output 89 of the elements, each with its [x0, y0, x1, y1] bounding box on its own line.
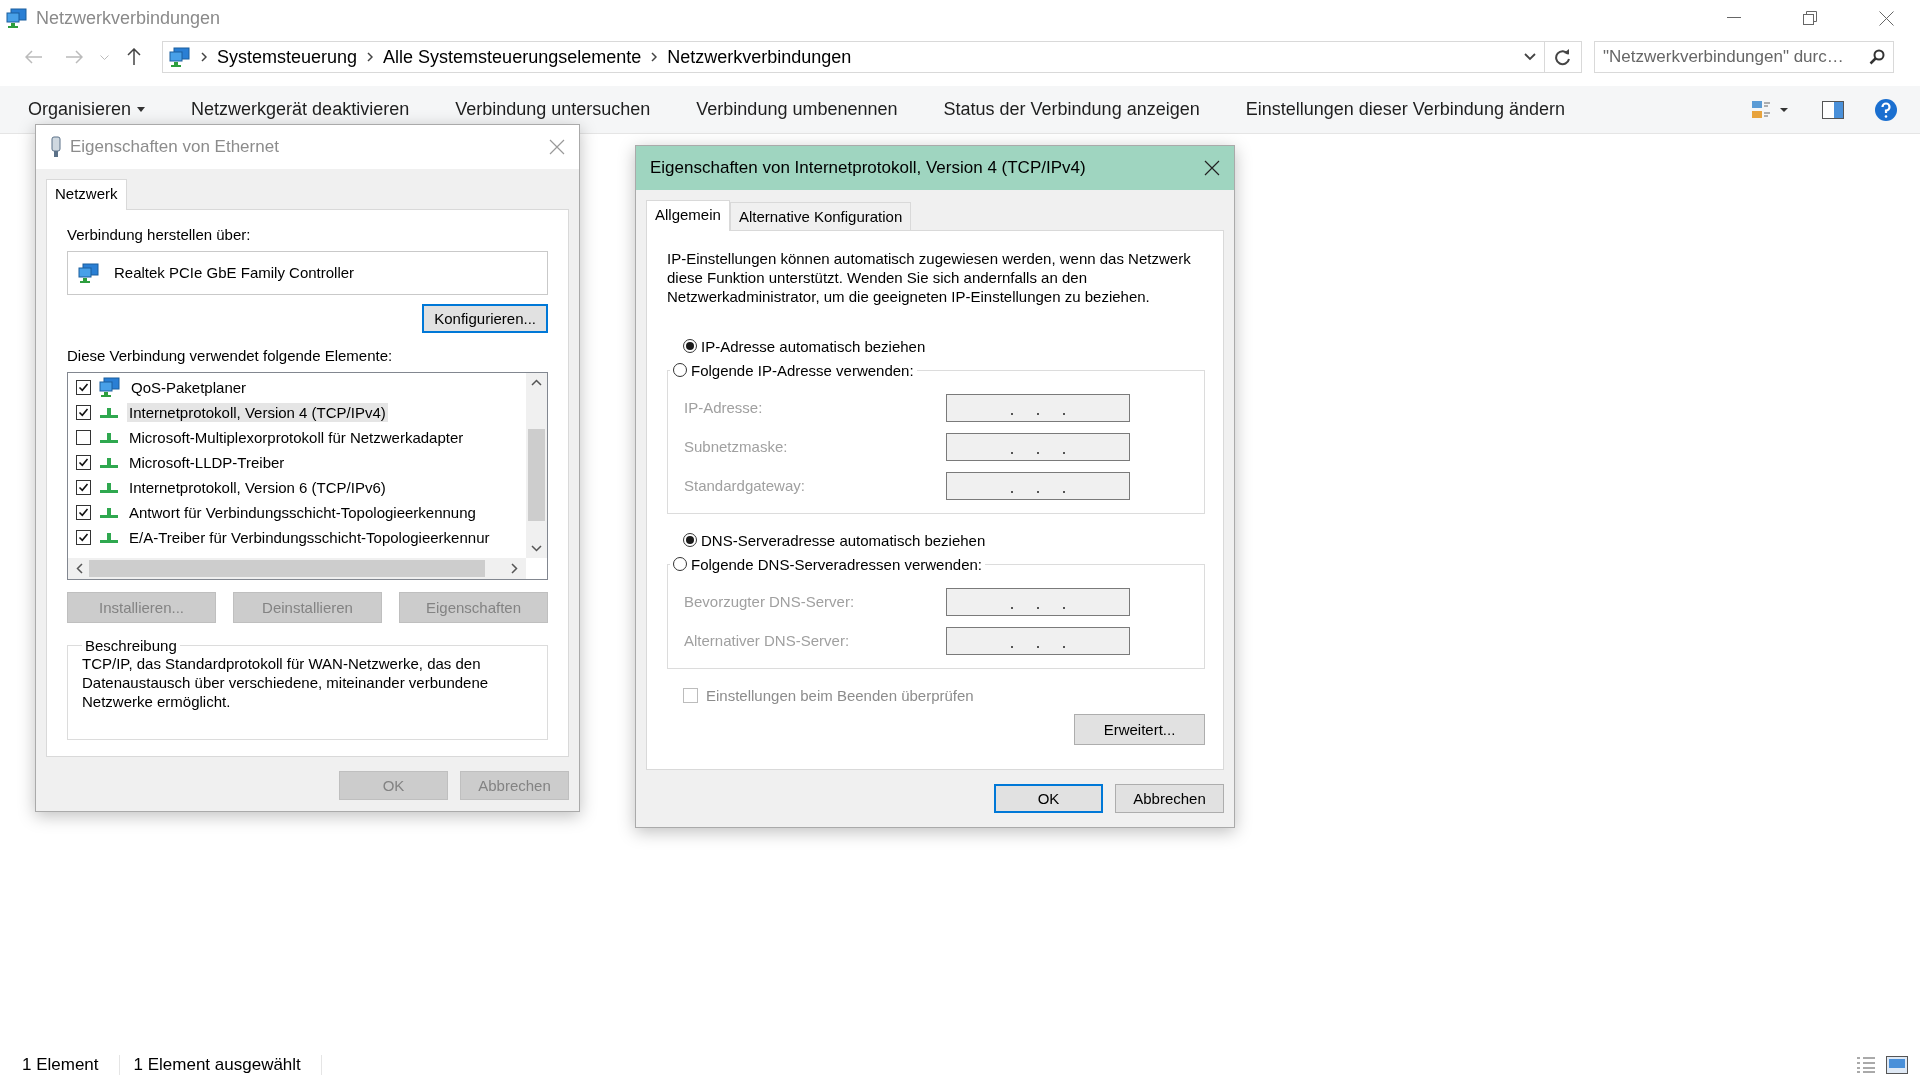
radio-option[interactable]: IP-Adresse automatisch beziehen [683, 334, 1205, 358]
breadcrumb-item[interactable]: Netzwerkverbindungen [667, 46, 852, 68]
list-item[interactable]: QoS-Paketplaner [129, 377, 249, 397]
items-label: Diese Verbindung verwendet folgende Elemente: [67, 346, 394, 364]
horizontal-scrollbar[interactable] [68, 558, 526, 579]
network-protocol-icon [99, 505, 119, 520]
ip-address-field[interactable] [946, 626, 1130, 655]
checkbox[interactable] [76, 429, 91, 445]
network-protocol-icon [99, 405, 119, 420]
network-service-icon [99, 377, 121, 398]
ip-address-field[interactable] [946, 432, 1130, 461]
search-field[interactable]: "Netzwerkverbindungen" durc… [1594, 41, 1894, 73]
checkbox[interactable] [76, 479, 91, 495]
toolbar-command[interactable]: Status der Verbindung anzeigen [943, 99, 1200, 120]
network-protocol-icon [99, 480, 119, 495]
breadcrumb-item[interactable]: Alle Systemsteuerungselemente [383, 46, 642, 68]
preview-pane-icon[interactable] [1822, 100, 1844, 119]
checkbox[interactable] [76, 454, 91, 470]
toolbar-menu[interactable]: Organisieren [28, 99, 146, 120]
window-title: Netzwerkverbindungen [36, 7, 222, 29]
checkbox[interactable] [76, 379, 91, 395]
toolbar-command[interactable]: Verbindung umbenennen [696, 99, 898, 120]
radio-option[interactable]: Folgende DNS-Serveradressen verwenden: [673, 552, 982, 576]
intro-text: IP-Einstellungen können automatisch zugewiesen werden, wenn das Netzwerk diese Funktion unterstützt. Wenden Sie sich andernfalls an den Netzwerkadministrator, um die geeigneten IP-Einstellungen zu beziehen. [667, 249, 1192, 306]
adapter-name: Realtek PCIe GbE Family Controller [114, 264, 355, 282]
field-label: IP-Adresse: [684, 399, 764, 416]
tab[interactable]: Allgemein [646, 200, 730, 231]
up-arrow-icon[interactable] [127, 48, 141, 66]
help-icon[interactable] [1874, 97, 1898, 122]
connect-via-label: Verbindung herstellen über: [67, 226, 252, 243]
chevron-right-icon [201, 52, 207, 62]
scroll-left-icon[interactable] [76, 563, 83, 574]
radio-option[interactable]: Folgende IP-Adresse verwenden: [673, 358, 914, 382]
network-protocol-icon [99, 530, 119, 545]
ip-address-field[interactable] [946, 393, 1130, 422]
caret-icon [137, 107, 146, 112]
advanced-button[interactable]: Erweitert... [1074, 714, 1205, 745]
restore-icon[interactable] [1803, 11, 1817, 25]
ip-address-field[interactable] [946, 471, 1130, 500]
network-adapter-icon [50, 136, 62, 158]
minimize-icon[interactable] [1727, 17, 1741, 19]
radio-option[interactable]: DNS-Serveradresse automatisch beziehen [683, 528, 1205, 552]
network-adapter-icon [78, 262, 100, 283]
scroll-up-icon[interactable] [531, 378, 542, 386]
chevron-right-icon [651, 52, 658, 62]
network-folder-icon [6, 8, 28, 28]
checkbox[interactable] [76, 529, 91, 545]
large-icons-view-icon[interactable] [1886, 1056, 1908, 1074]
list-item[interactable]: Microsoft-LLDP-Treiber [127, 452, 287, 472]
dialog-button[interactable]: OK [994, 784, 1103, 813]
address-bar[interactable]: Systemsteuerung Alle Systemsteuerungselemente Netzwerkverbindungen [162, 41, 1582, 73]
field-label: Alternativer DNS-Server: [684, 632, 851, 649]
close-icon[interactable] [1204, 160, 1220, 176]
scroll-down-icon[interactable] [531, 545, 542, 552]
tab[interactable]: Netzwerk [46, 179, 127, 210]
dialog-title: Eigenschaften von Internetprotokoll, Version 4 (TCP/IPv4) [650, 158, 1087, 178]
group-title: Beschreibung [84, 637, 178, 654]
refresh-icon[interactable] [1555, 48, 1571, 66]
vertical-scrollbar[interactable] [526, 372, 547, 558]
field-label: Subnetzmaske: [684, 438, 789, 455]
checkbox[interactable] [76, 404, 91, 420]
list-item[interactable]: Microsoft-Multiplexorprotokoll für Netzwerkadapter [127, 427, 466, 447]
description-text: TCP/IP, das Standardprotokoll für WAN-Netzwerke, das den Datenaustausch über verschiedene, miteinander verbundene Netzwerke ermöglicht. [82, 654, 490, 711]
checkbox[interactable] [76, 504, 91, 520]
status-text: 1 Element ausgewählt [133, 1055, 322, 1075]
chevron-right-icon [367, 52, 374, 62]
toolbar-command[interactable]: Verbindung untersuchen [455, 99, 651, 120]
search-icon [1869, 49, 1885, 65]
ip-address-field[interactable] [946, 587, 1130, 616]
dialog-button[interactable]: Abbrechen [1115, 784, 1224, 813]
tab[interactable]: Alternative Konfiguration [729, 202, 912, 230]
list-item[interactable]: Internetprotokoll, Version 4 (TCP/IPv4) [127, 402, 388, 422]
chevron-down-icon[interactable] [1524, 53, 1536, 61]
field-label: Bevorzugter DNS-Server: [684, 593, 856, 610]
network-protocol-icon [99, 455, 119, 470]
field-label: Standardgateway: [684, 477, 806, 494]
breadcrumb-item[interactable]: Systemsteuerung [217, 46, 358, 68]
list-item[interactable]: Internetprotokoll, Version 6 (TCP/IPv6) [127, 477, 388, 497]
scroll-right-icon[interactable] [511, 563, 518, 574]
network-folder-icon [169, 47, 191, 67]
toolbar-command[interactable]: Netzwerkgerät deaktivieren [191, 99, 410, 120]
dialog-title: Eigenschaften von Ethernet [70, 137, 280, 157]
network-protocol-icon [99, 430, 119, 445]
status-text: 1 Element [22, 1055, 120, 1075]
toolbar-command[interactable]: Einstellungen dieser Verbindung ändern [1245, 99, 1565, 120]
list-item[interactable]: Antwort für Verbindungsschicht-Topologieerkennung [127, 502, 478, 522]
configure-button[interactable]: Konfigurieren... [422, 303, 548, 333]
close-icon[interactable] [1878, 10, 1894, 26]
list-item[interactable]: E/A-Treiber für Verbindungsschicht-Topologieerkennur [127, 527, 492, 547]
